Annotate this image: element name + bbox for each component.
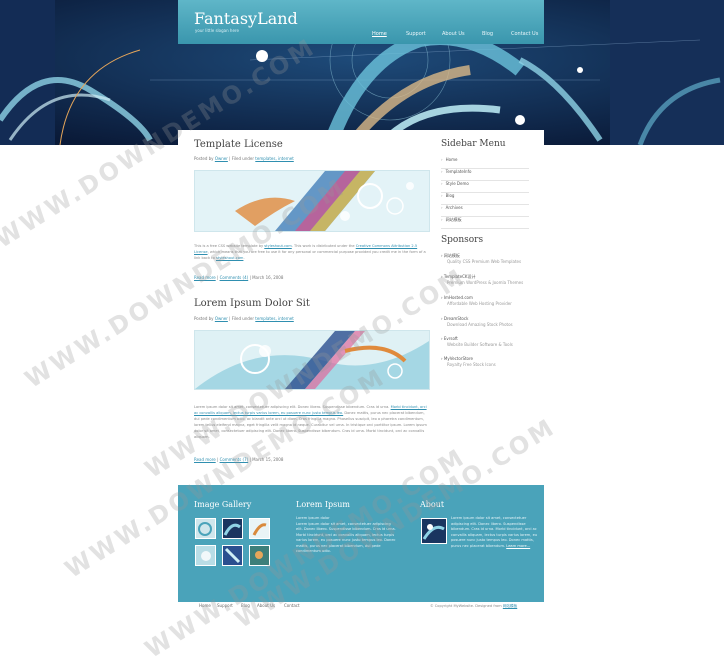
site-logo[interactable]: FantasyLand bbox=[194, 9, 298, 28]
gallery-thumb-art bbox=[223, 523, 241, 536]
sidebar-menu-title: Sidebar Menu bbox=[441, 139, 506, 149]
lorem-title: Lorem Ipsum bbox=[296, 500, 350, 509]
sidebar-item-templates[interactable]: › 网站模板 bbox=[441, 217, 529, 229]
sidebar-item-templateinfo[interactable]: › TemplateInfo bbox=[441, 169, 529, 181]
meta-label: | Filed under bbox=[229, 316, 255, 321]
sponsor-item[interactable]: › MyVectorStore Royalty Free Stock Icons bbox=[441, 356, 531, 368]
sidebar-item-style-demo[interactable]: › Style Demo bbox=[441, 181, 529, 193]
tags-link[interactable]: templates, internet bbox=[255, 316, 294, 321]
copyright-link[interactable]: 网站模板 bbox=[503, 604, 517, 608]
arrow-icon: › bbox=[441, 205, 443, 210]
sidebar-item-blog[interactable]: › Blog bbox=[441, 193, 529, 205]
author-link[interactable]: Owner bbox=[215, 316, 228, 321]
nav-about-us[interactable]: About Us bbox=[442, 31, 465, 37]
arrow-icon: › bbox=[441, 157, 443, 162]
sidebar-item-label: Blog bbox=[445, 193, 455, 198]
gallery-thumb-art bbox=[224, 547, 241, 564]
nav-blog[interactable]: Blog bbox=[482, 31, 493, 37]
sponsor-item[interactable]: › ImHosted.com Affordable Web Hosting Pro… bbox=[441, 295, 531, 307]
site-slogan: your little slogan here bbox=[195, 28, 239, 33]
post-meta: Posted by Owner | Filed under templates,… bbox=[194, 156, 294, 161]
gallery-thumb-art bbox=[201, 551, 211, 561]
sidebar-item-label: Style Demo bbox=[445, 181, 469, 186]
gallery-thumb[interactable] bbox=[195, 545, 216, 566]
learn-more-link[interactable]: Learn more... bbox=[506, 544, 530, 548]
post-title[interactable]: Template License bbox=[194, 139, 283, 150]
about-image-art bbox=[422, 524, 445, 540]
about-image bbox=[421, 518, 447, 544]
nav-contact-us[interactable]: Contact Us bbox=[511, 31, 538, 37]
sponsor-desc: Quality CSS Premium Web Templates bbox=[447, 259, 522, 264]
sponsor-desc: Website Builder Software & Tools bbox=[447, 342, 513, 347]
sponsor-desc: Download Amazing Stock Photos bbox=[447, 322, 513, 327]
sponsor-name: Evrsoft bbox=[443, 336, 458, 341]
nav-support[interactable]: Support bbox=[406, 31, 426, 37]
comments-link[interactable]: Comments (4) bbox=[220, 275, 249, 280]
about-text: Lorem ipsum dolor sit amet, consectetuer… bbox=[451, 516, 543, 549]
sidebar-item-label: Archives bbox=[445, 205, 463, 210]
arrow-icon: › bbox=[441, 193, 443, 198]
sidebar-item-archives[interactable]: › Archives bbox=[441, 205, 529, 217]
read-more-link[interactable]: Read more bbox=[194, 457, 216, 462]
sponsor-item[interactable]: › DreamStock Download Amazing Stock Photo… bbox=[441, 316, 531, 328]
meta-label: Posted by bbox=[194, 316, 214, 321]
sponsor-desc: Royalty Free Stock Icons bbox=[447, 362, 496, 367]
sponsor-item[interactable]: › Evrsoft Website Builder Software & Tool… bbox=[441, 336, 531, 348]
meta-label: Posted by bbox=[194, 156, 214, 161]
sponsor-name: 网站模板 bbox=[443, 253, 460, 258]
gallery-thumb[interactable] bbox=[222, 545, 243, 566]
excerpt-text: . This work is distributed under the bbox=[291, 244, 355, 248]
author-link[interactable]: Owner bbox=[215, 156, 228, 161]
gallery-thumb[interactable] bbox=[195, 518, 216, 539]
sidebar-item-home[interactable]: › Home bbox=[441, 157, 529, 169]
sponsor-name: DreamStock bbox=[443, 316, 469, 321]
sidebar-item-label: 网站模板 bbox=[445, 217, 462, 222]
post-meta: Posted by Owner | Filed under templates,… bbox=[194, 316, 294, 321]
sidebar-item-label: TemplateInfo bbox=[445, 169, 472, 174]
post-title[interactable]: Lorem Ipsum Dolor Sit bbox=[194, 298, 310, 309]
copyright: © Copyright MyWebsite. Designed from 网站模… bbox=[430, 604, 517, 609]
sponsor-name: MyVectorStore bbox=[443, 356, 474, 361]
copyright-text: © Copyright MyWebsite. Designed from bbox=[430, 604, 502, 608]
arrow-icon: › bbox=[441, 181, 443, 186]
meta-label: | Filed under bbox=[229, 156, 255, 161]
arrow-icon: › bbox=[441, 217, 443, 222]
gallery-thumb-art bbox=[198, 522, 212, 536]
sponsor-desc: Affordable Web Hosting Provider bbox=[447, 301, 512, 306]
post-date: | March 16, 2008 bbox=[249, 275, 284, 280]
gallery-thumb[interactable] bbox=[222, 518, 243, 539]
gallery-thumb[interactable] bbox=[249, 518, 270, 539]
sidebar-item-label: Home bbox=[445, 157, 458, 162]
nav-home[interactable]: Home bbox=[372, 31, 387, 37]
gallery-thumb-art bbox=[252, 523, 267, 536]
arrow-icon: › bbox=[441, 169, 443, 174]
tags-link[interactable]: templates, internet bbox=[255, 156, 294, 161]
sponsors-title: Sponsors bbox=[441, 235, 484, 245]
